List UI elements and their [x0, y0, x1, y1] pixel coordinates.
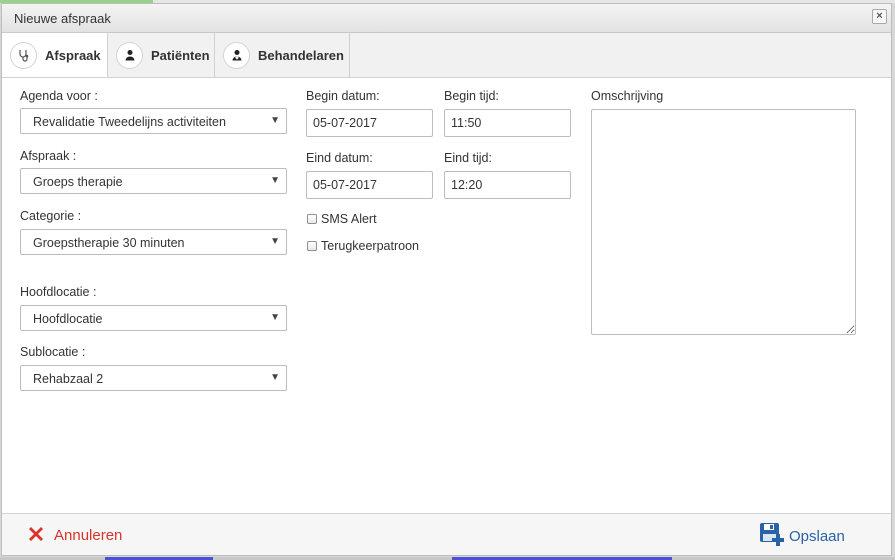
afspraak-select[interactable]: Groeps therapie ▼: [20, 168, 287, 194]
afspraak-label: Afspraak :: [20, 149, 77, 163]
tab-afspraak[interactable]: Afspraak: [2, 33, 108, 77]
omschrijving-label: Omschrijving: [591, 89, 664, 103]
cancel-icon: [26, 524, 46, 547]
dialog-title: Nieuwe afspraak: [14, 11, 111, 26]
cancel-label: Annuleren: [54, 527, 123, 544]
agenda-value: Revalidatie Tweedelijns activiteiten: [33, 115, 226, 129]
checkbox-box[interactable]: [307, 214, 317, 224]
omschrijving-textarea[interactable]: [591, 109, 856, 335]
chevron-down-icon: ▼: [270, 312, 280, 323]
chevron-down-icon: ▼: [270, 115, 280, 126]
hoofdlocatie-label: Hoofdlocatie :: [20, 285, 97, 299]
hoofdlocatie-value: Hoofdlocatie: [33, 312, 103, 326]
tab-bar: Afspraak Patiënten Behandelaren: [2, 33, 891, 78]
tab-patienten-label: Patiënten: [151, 47, 210, 63]
chevron-down-icon: ▼: [270, 175, 280, 186]
terugkeerpatroon-label: Terugkeerpatroon: [321, 239, 419, 253]
begin-datum-label: Begin datum:: [306, 89, 380, 103]
save-icon: [759, 522, 787, 551]
eind-datum-label: Eind datum:: [306, 151, 373, 165]
save-button[interactable]: Opslaan: [759, 522, 845, 551]
sms-alert-checkbox[interactable]: SMS Alert: [307, 212, 377, 226]
afspraak-value: Groeps therapie: [33, 175, 123, 189]
checkbox-box[interactable]: [307, 241, 317, 251]
cancel-button[interactable]: Annuleren: [26, 524, 122, 547]
tab-behandelaren[interactable]: Behandelaren: [215, 33, 350, 77]
categorie-label: Categorie :: [20, 209, 82, 223]
begin-tijd-input[interactable]: [444, 109, 571, 137]
sublocatie-value: Rehabzaal 2: [33, 372, 104, 386]
categorie-select[interactable]: Groepstherapie 30 minuten ▼: [20, 229, 287, 255]
sms-alert-label: SMS Alert: [321, 212, 377, 226]
close-button[interactable]: ×: [872, 9, 887, 24]
terugkeerpatroon-checkbox[interactable]: Terugkeerpatroon: [307, 239, 419, 253]
chevron-down-icon: ▼: [270, 372, 280, 383]
stethoscope-icon: [10, 41, 37, 69]
sublocatie-label: Sublocatie :: [20, 345, 86, 359]
eind-tijd-label: Eind tijd:: [444, 151, 492, 165]
save-label: Opslaan: [789, 528, 845, 545]
agenda-select[interactable]: Revalidatie Tweedelijns activiteiten ▼: [20, 108, 287, 134]
dialog-footer: Annuleren Opslaan: [2, 513, 891, 555]
new-appointment-dialog: Nieuwe afspraak × Afspraak Patiënten Beh…: [1, 3, 892, 556]
sublocatie-select[interactable]: Rehabzaal 2 ▼: [20, 365, 287, 391]
close-icon: ×: [876, 10, 883, 22]
begin-tijd-label: Begin tijd:: [444, 89, 499, 103]
begin-datum-input[interactable]: [306, 109, 433, 137]
eind-datum-input[interactable]: [306, 171, 433, 199]
agenda-label: Agenda voor :: [20, 89, 98, 103]
dialog-titlebar[interactable]: Nieuwe afspraak ×: [2, 4, 891, 33]
user-icon: [116, 41, 143, 69]
doctor-icon: [223, 41, 250, 69]
hoofdlocatie-select[interactable]: Hoofdlocatie ▼: [20, 305, 287, 331]
eind-tijd-input[interactable]: [444, 171, 571, 199]
tab-behandelaren-label: Behandelaren: [258, 47, 344, 63]
chevron-down-icon: ▼: [270, 236, 280, 247]
categorie-value: Groepstherapie 30 minuten: [33, 236, 185, 250]
tab-patienten[interactable]: Patiënten: [108, 33, 215, 77]
tab-afspraak-label: Afspraak: [45, 47, 101, 63]
